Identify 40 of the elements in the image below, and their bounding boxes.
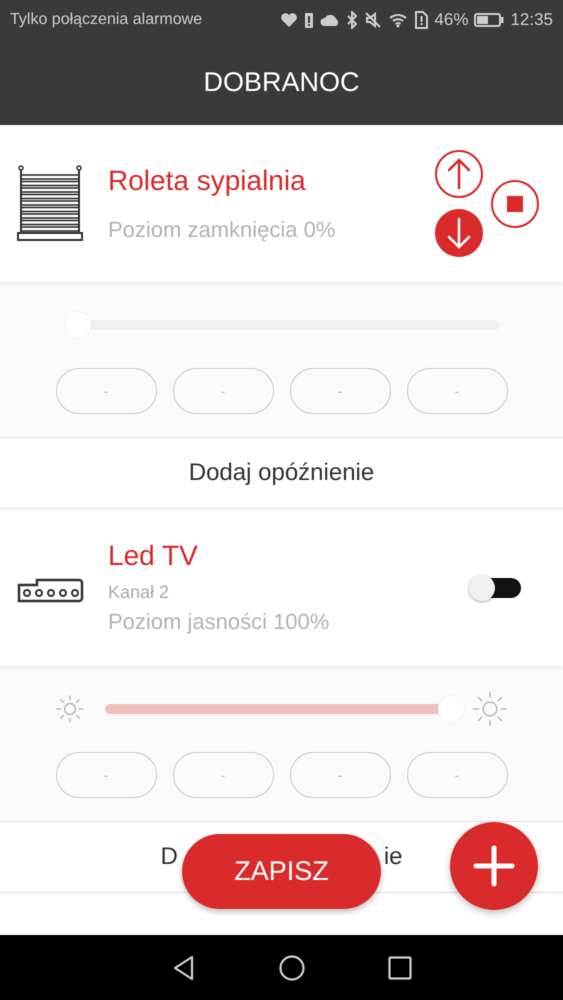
preset-button[interactable]: - (56, 752, 156, 798)
device-name: Led TV (108, 540, 199, 572)
down-arrow-button[interactable] (435, 209, 483, 257)
device-status: Poziom jasności 100% (108, 609, 330, 635)
up-arrow-button[interactable] (435, 150, 483, 198)
preset-button[interactable]: - (406, 368, 508, 414)
stop-button[interactable] (491, 180, 539, 228)
cloud-icon (320, 13, 340, 27)
battery-icon (474, 12, 504, 28)
preset-button[interactable]: - (56, 368, 156, 414)
clock: 12:35 (510, 10, 553, 30)
sim-alert-icon (414, 11, 428, 29)
device-name: Roleta sypialnia (108, 164, 307, 196)
preset-button[interactable]: - (406, 752, 508, 798)
wifi-icon (388, 12, 408, 28)
roller-blind-icon (17, 165, 83, 242)
add-delay-row[interactable]: Dodaj opóźnienie (0, 437, 563, 509)
device-status: Poziom zamknięcia 0% (108, 216, 336, 242)
mute-icon (364, 11, 382, 29)
battery-percent: 46% (434, 10, 468, 30)
heart-icon (280, 12, 298, 28)
preset-button[interactable]: - (290, 752, 390, 798)
add-delay-label: Dodaj opóźnienie (188, 459, 374, 487)
add-button[interactable] (450, 822, 538, 910)
preset-button[interactable]: - (172, 368, 274, 414)
save-button[interactable]: ZAPISZ (182, 834, 381, 909)
add-delay-label: ie (384, 843, 403, 871)
channel-label: Kanał 2 (108, 582, 170, 603)
recents-icon[interactable] (388, 956, 412, 980)
brightness-high-icon (470, 690, 508, 728)
add-delay-label: D (160, 843, 178, 871)
screen-title: DOBRANOC (203, 67, 360, 98)
back-icon[interactable] (172, 954, 196, 980)
status-notice: Tylko połączenia alarmowe (10, 11, 202, 29)
preset-button[interactable]: - (172, 752, 274, 798)
bluetooth-icon (346, 11, 358, 29)
battery-alert-icon (304, 11, 314, 29)
preset-button[interactable]: - (290, 368, 390, 414)
home-icon[interactable] (278, 954, 304, 980)
brightness-low-icon (54, 694, 84, 724)
